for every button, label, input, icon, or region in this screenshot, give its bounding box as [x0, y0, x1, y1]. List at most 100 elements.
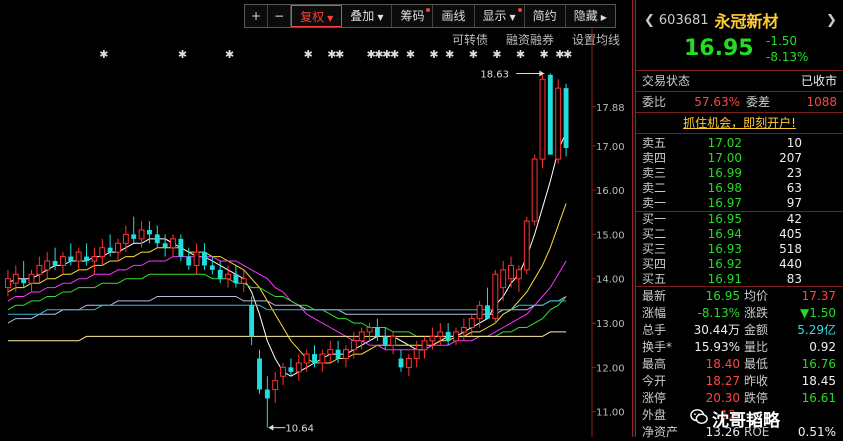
- stock-name: 永冠新材: [714, 12, 779, 31]
- order-book-row[interactable]: 卖二 16.98 63: [636, 181, 843, 196]
- stat-label: 最高: [642, 357, 667, 371]
- stats-row: 换手* 15.93% 量比 0.92: [636, 339, 843, 356]
- stat-label: 均价: [744, 289, 769, 303]
- candle-body: [523, 220, 530, 271]
- candle-body: [476, 304, 483, 320]
- stat-label: 外盘: [642, 408, 667, 422]
- order-level-label: 买四: [642, 257, 667, 271]
- stat-label: 换手*: [642, 340, 673, 354]
- order-book-row[interactable]: 卖四 17.00 207: [636, 151, 843, 166]
- candle-body: [233, 274, 239, 284]
- candle-body: [515, 269, 522, 280]
- moving-average-line: [7, 203, 567, 364]
- order-volume: 440: [779, 257, 802, 271]
- order-book-row[interactable]: 卖五 17.02 10: [636, 136, 843, 151]
- order-volume: 23: [786, 166, 802, 180]
- stat-value: 16.76: [801, 357, 836, 371]
- stats-row: 今开 18.27 昨收 18.45: [636, 373, 843, 390]
- order-book-row[interactable]: 买四 16.92 440: [636, 257, 843, 272]
- stats-row: 涨幅 -8.13% 涨跌 ▼1.50: [636, 305, 843, 322]
- candle-body: [358, 331, 365, 342]
- candle-body: [217, 269, 223, 279]
- order-volume: 97: [786, 196, 802, 210]
- stat-value: 5.29亿: [797, 323, 836, 337]
- candle-body: [60, 256, 66, 266]
- arrow-left-icon: [268, 424, 274, 431]
- order-book-row[interactable]: 买一 16.95 42: [636, 212, 843, 227]
- candle-body: [249, 305, 255, 337]
- divider: [636, 133, 843, 134]
- candle-body: [225, 273, 231, 280]
- candle-body: [563, 88, 569, 148]
- stat-label: 昨收: [744, 374, 769, 388]
- moving-average-line: [7, 132, 567, 377]
- candle-body: [209, 265, 215, 270]
- candle-body: [193, 251, 200, 266]
- candle-body: [295, 362, 302, 373]
- candle-body: [312, 354, 317, 363]
- order-price: 16.93: [707, 242, 742, 256]
- stat-value: -8.13%: [697, 306, 740, 320]
- star-mark-icon: ✱: [469, 48, 478, 61]
- stat-value: 17.37: [801, 289, 836, 303]
- candle-body: [52, 261, 58, 266]
- prev-stock-icon[interactable]: ❮: [644, 13, 655, 28]
- stat-value: 18.45: [801, 374, 836, 388]
- order-book-row[interactable]: 买五 16.91 83: [636, 272, 843, 287]
- y-tick-label: 12.00: [596, 363, 625, 374]
- arrow-right-icon: [539, 70, 545, 77]
- weibi-value: 57.63%: [694, 95, 740, 109]
- candle-body: [382, 336, 388, 346]
- divider: [636, 91, 843, 92]
- wechat-icon: [690, 409, 708, 425]
- weicha-value: 1088: [806, 95, 837, 109]
- low-annotation-label: 10.64: [285, 424, 314, 435]
- candle-body: [138, 229, 145, 240]
- candle-body: [115, 242, 121, 253]
- candle-body: [68, 256, 74, 262]
- candlestick-chart[interactable]: 17.88 17.00 16.00 15.00 14.00 13.00 12.00 11.00…: [0, 0, 632, 437]
- candle-body: [44, 260, 51, 271]
- weibi-label: 委比: [642, 95, 667, 109]
- stat-label: 跌停: [744, 391, 769, 405]
- open-account-link[interactable]: 抓住机会，即刻开户!: [683, 116, 796, 130]
- trade-status-row: 交易状态 已收市: [636, 72, 843, 90]
- stats-row: 最新 16.95 均价 17.37: [636, 288, 843, 305]
- star-mark-icon: ✱: [304, 48, 313, 61]
- stat-label: 涨跌: [744, 306, 769, 320]
- star-mark-icon: ✱: [563, 48, 572, 61]
- candle-body: [146, 229, 152, 235]
- candle-body: [91, 256, 98, 262]
- order-volume: 63: [786, 181, 802, 195]
- candle-body: [327, 349, 334, 355]
- next-stock-icon[interactable]: ❯: [826, 13, 837, 28]
- price-change-pct: -8.13%: [766, 50, 809, 64]
- divider: [636, 112, 843, 113]
- order-level-label: 买一: [642, 212, 667, 226]
- candle-body: [492, 273, 499, 320]
- stat-label: 今开: [642, 374, 667, 388]
- order-book-row[interactable]: 卖一 16.97 97: [636, 196, 843, 211]
- stats-row: 涨停 20.30 跌停 16.61: [636, 390, 843, 407]
- candle-body: [36, 264, 43, 275]
- stat-value: 0.92: [809, 340, 836, 354]
- candle-body: [319, 353, 326, 364]
- order-level-label: 卖五: [642, 136, 667, 150]
- divider: [636, 286, 843, 287]
- candle-body: [4, 278, 11, 289]
- star-mark-icon: ✱: [539, 48, 548, 61]
- candle-body: [280, 366, 287, 377]
- order-book-row[interactable]: 买三 16.93 518: [636, 242, 843, 257]
- stat-label: 涨幅: [642, 306, 667, 320]
- candle-body: [437, 331, 444, 337]
- promo-row[interactable]: 抓住机会，即刻开户!: [636, 114, 843, 132]
- order-book-row[interactable]: 买二 16.94 405: [636, 227, 843, 242]
- order-book-row[interactable]: 卖三 16.99 23: [636, 166, 843, 181]
- star-mark-icon: ✱: [99, 48, 108, 61]
- candle-body: [366, 326, 373, 333]
- order-price: 16.92: [707, 257, 742, 271]
- order-level-label: 卖四: [642, 151, 667, 165]
- trade-status-value: 已收市: [800, 74, 837, 88]
- moving-average-line: [7, 256, 567, 351]
- kline-chart-area[interactable]: + − 复权 ▼ 叠加 ▼ 筹码 画线 显示 ▼ 简约 隐藏 ▶ 可转债 融资融券 设置…: [0, 0, 632, 437]
